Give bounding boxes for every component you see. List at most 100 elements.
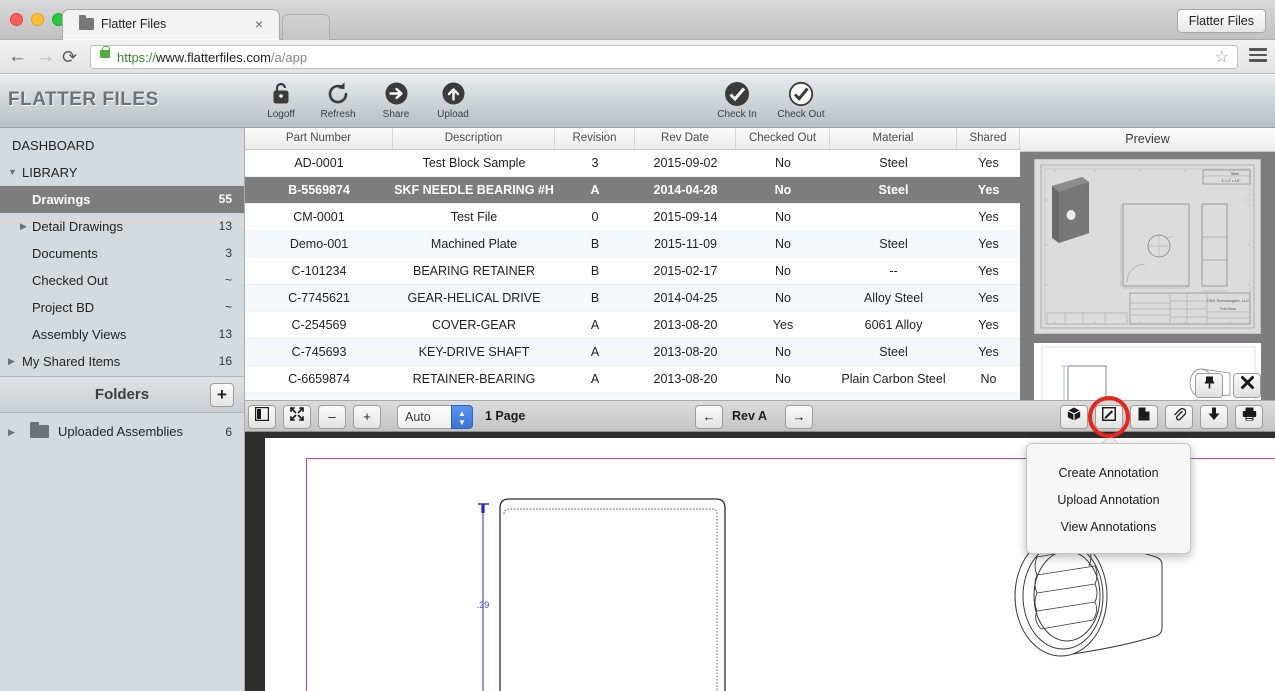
toolbar-button-share[interactable]: Share (365, 81, 427, 120)
table-row[interactable]: C-101234 BEARING RETAINER B 2015-02-17 N… (245, 258, 1020, 285)
minimize-window-button[interactable] (31, 13, 44, 26)
cell-rev-date: 2015-09-14 (653, 210, 718, 224)
cell-material: Alloy Steel (863, 291, 924, 305)
cell-checked-out: No (775, 291, 791, 305)
table-row[interactable]: C-7745621 GEAR-HELICAL DRIVE B 2014-04-2… (245, 285, 1020, 312)
back-arrow-icon[interactable]: ← (8, 46, 27, 68)
preview-panel: Preview CNV Technologies, LLC Test Block… (1020, 128, 1275, 403)
sidebar-item-dashboard[interactable]: DASHBOARD (0, 132, 244, 159)
cell-material: 6061 Alloy (864, 318, 923, 332)
cell-rev-date: 2013-08-20 (653, 318, 718, 332)
chevron-right-icon[interactable]: ▶ (20, 213, 27, 240)
cell-shared: Yes (978, 345, 999, 359)
cell-checked-out: No (774, 183, 792, 197)
table-row[interactable]: CM-0001 Test File 0 2015-09-14 No Yes (245, 204, 1020, 231)
print-button[interactable] (1235, 405, 1263, 429)
table-row[interactable]: C-6659874 RETAINER-BEARING A 2013-08-20 … (245, 366, 1020, 393)
cell-rev-date: 2015-11-09 (653, 237, 717, 251)
window-title-button[interactable]: Flatter Files (1176, 9, 1266, 33)
menu-item-view-annotations[interactable]: View Annotations (1027, 514, 1190, 541)
table-row[interactable]: AD-0001 Test Block Sample 3 2015-09-02 N… (245, 150, 1020, 177)
preview-thumbnail-primary[interactable]: CNV Technologies, LLC Test Block Steel 3… (1034, 159, 1261, 334)
column-header-material[interactable]: Material (830, 128, 957, 149)
sidebar-item-library[interactable]: ▼ LIBRARY (0, 159, 244, 186)
toolbar-button-refresh[interactable]: Refresh (307, 81, 369, 120)
sidebar-item-drawings[interactable]: Drawings 55 (0, 186, 244, 213)
table-row[interactable]: Demo-001 Machined Plate B 2015-11-09 No … (245, 231, 1020, 258)
table-row-selected[interactable]: B-5569874 SKF NEEDLE BEARING #H A 2014-0… (245, 177, 1020, 204)
cell-description: SKF NEEDLE BEARING #H (394, 183, 554, 197)
toolbar-button-upload[interactable]: Upload (422, 81, 484, 120)
cell-checked-out: No (775, 237, 791, 251)
cell-material: Plain Carbon Steel (841, 372, 946, 386)
download-button[interactable] (1200, 405, 1228, 429)
pin-preview-button[interactable] (1195, 373, 1223, 398)
column-header-shared[interactable]: Shared (957, 128, 1020, 149)
preview-thumbnail-secondary[interactable] (1034, 343, 1261, 403)
sidebar-count-checked-out: ~ (224, 273, 232, 287)
previous-revision-button[interactable]: ← (695, 405, 723, 429)
toggle-sidebar-button[interactable] (248, 405, 276, 429)
share-arrow-icon (365, 81, 427, 107)
sidebar-label-detail-drawings: Detail Drawings (32, 219, 124, 234)
svg-text:Test Block: Test Block (1220, 307, 1237, 311)
forward-arrow-icon[interactable]: → (36, 46, 55, 68)
address-bar[interactable]: https://www.flatterfiles.com/a/app ☆ (90, 45, 1238, 69)
reload-icon[interactable]: ⟳ (62, 46, 77, 68)
toolbar-button-check-out[interactable]: Check Out (770, 81, 832, 120)
menu-item-upload-annotation[interactable]: Upload Annotation (1027, 487, 1190, 514)
fit-screen-button[interactable] (283, 405, 311, 429)
browser-tab[interactable]: Flatter Files × (62, 9, 280, 40)
cell-revision: A (590, 318, 600, 332)
close-window-button[interactable] (10, 13, 23, 26)
sidebar-item-documents[interactable]: Documents 3 (0, 240, 244, 267)
cell-material (830, 204, 957, 230)
zoom-out-button[interactable]: – (318, 405, 346, 429)
menu-hamburger-icon[interactable] (1249, 48, 1267, 65)
url-scheme: https:// (117, 50, 157, 65)
cell-part-number: B-5569874 (288, 183, 350, 197)
cell-revision: A (590, 372, 600, 386)
folder-item-uploaded-assemblies[interactable]: ▶ Uploaded Assemblies 6 (0, 417, 244, 447)
close-icon[interactable]: × (255, 16, 263, 32)
column-header-description[interactable]: Description (393, 128, 555, 149)
toolbar-button-check-in[interactable]: Check In (706, 81, 768, 120)
chevron-right-icon[interactable]: ▶ (8, 417, 15, 447)
menu-item-create-annotation[interactable]: Create Annotation (1027, 460, 1190, 487)
cell-shared: No (980, 372, 997, 386)
cell-checked-out: No (775, 210, 791, 224)
zoom-stepper-arrows[interactable]: ▲ ▼ (451, 405, 473, 429)
chevron-down-icon[interactable]: ▼ (8, 159, 17, 186)
cell-revision: 0 (591, 210, 599, 224)
sidebar-item-assembly-views[interactable]: Assembly Views 13 (0, 321, 244, 348)
attachment-button[interactable] (1165, 405, 1193, 429)
toolbar-button-logoff[interactable]: Logoff (250, 81, 312, 120)
revision-label: Rev A (732, 409, 767, 423)
column-header-revision[interactable]: Revision (555, 128, 635, 149)
column-header-checked-out[interactable]: Checked Out (736, 128, 830, 149)
sidebar-item-checked-out[interactable]: Checked Out ~ (0, 267, 244, 294)
close-preview-button[interactable] (1233, 373, 1261, 398)
zoom-in-button[interactable]: + (353, 405, 381, 429)
column-header-rev-date[interactable]: Rev Date (635, 128, 736, 149)
bookmark-star-icon[interactable]: ☆ (1215, 48, 1229, 68)
next-revision-button[interactable]: → (785, 405, 813, 429)
cell-part-number: C-745693 (291, 345, 347, 359)
sidebar-item-my-shared-items[interactable]: ▶ My Shared Items 16 (0, 348, 244, 375)
table-row[interactable]: C-254569 COVER-GEAR A 2013-08-20 Yes 606… (245, 312, 1020, 339)
zoom-level-select[interactable]: Auto ▲ ▼ (397, 405, 473, 429)
cell-description: KEY-DRIVE SHAFT (418, 345, 530, 359)
new-tab-button[interactable] (282, 14, 330, 40)
sidebar-label-project-bd: Project BD (32, 300, 95, 315)
document-button[interactable] (1130, 405, 1158, 429)
cell-revision: B (590, 237, 600, 251)
column-header-part-number[interactable]: Part Number (245, 128, 393, 149)
table-row[interactable]: C-745693 KEY-DRIVE SHAFT A 2013-08-20 No… (245, 339, 1020, 366)
cell-revision: A (590, 183, 600, 197)
cell-material: -- (889, 264, 898, 278)
view-3d-button[interactable] (1060, 405, 1088, 429)
sidebar-item-detail-drawings[interactable]: ▶ Detail Drawings 13 (0, 213, 244, 240)
add-folder-button[interactable]: + (210, 383, 234, 407)
sidebar-item-project-bd[interactable]: Project BD ~ (0, 294, 244, 321)
chevron-right-icon[interactable]: ▶ (8, 348, 15, 375)
